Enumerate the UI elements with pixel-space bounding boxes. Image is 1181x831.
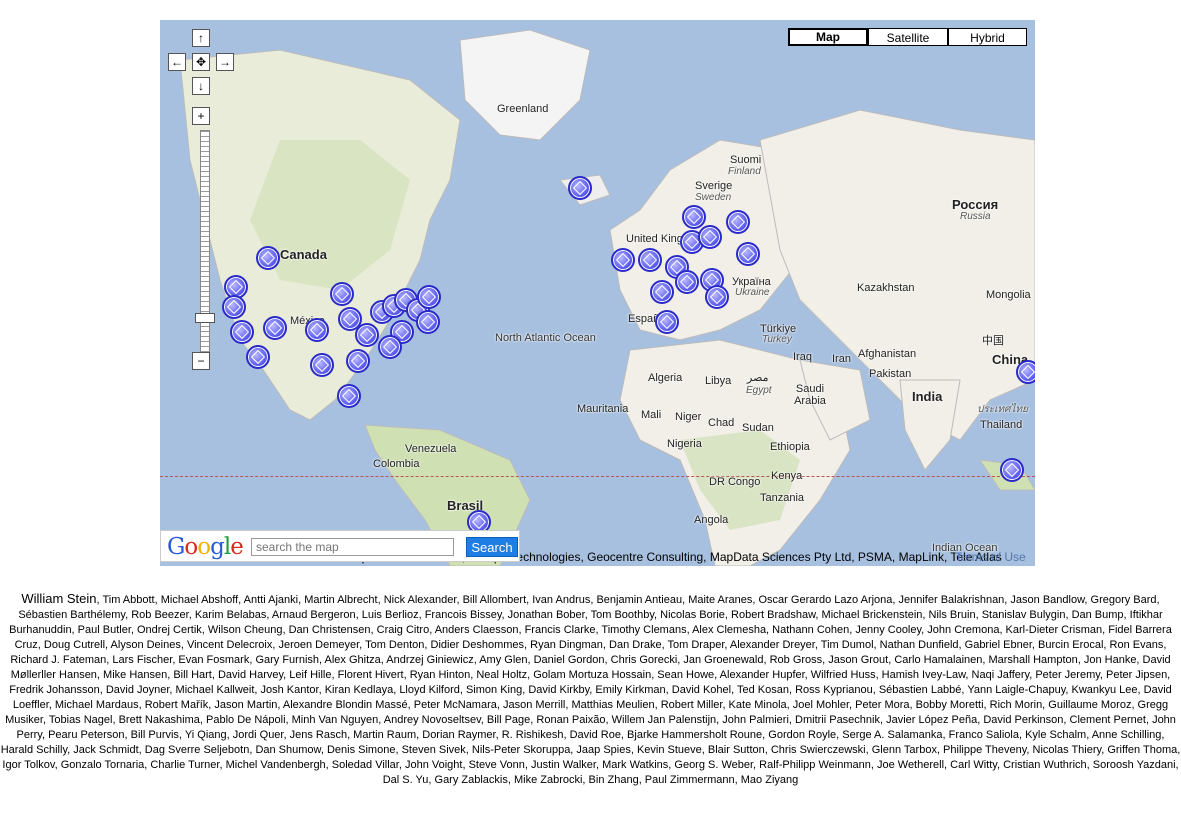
map-marker[interactable] [638, 248, 662, 272]
label-chad: Chad [708, 417, 735, 429]
label-sudan: Sudan [742, 422, 774, 434]
label-egypt: Egypt [746, 385, 772, 396]
pan-right-icon[interactable]: → [216, 53, 234, 71]
contributor-names: Tim Abbott, Michael Abshoff, Antti Ajank… [0, 594, 1181, 786]
map-marker[interactable] [611, 248, 635, 272]
label-nigeria: Nigeria [667, 438, 702, 450]
label-niger: Niger [675, 411, 702, 423]
map-marker[interactable] [705, 285, 729, 309]
label-pakistan: Pakistan [869, 368, 912, 380]
label-thailand: Thailand [980, 419, 1023, 431]
label-thailand-native: ประเทศไทย [977, 404, 1028, 415]
label-algeria: Algeria [648, 372, 683, 384]
map-marker[interactable] [378, 335, 402, 359]
label-saudi-arabia: Saudi Arabia [794, 383, 826, 407]
label-turkey: Turkey [762, 334, 792, 345]
pan-left-icon[interactable]: ← [168, 53, 186, 71]
label-china-native: 中国 [982, 335, 1004, 347]
map-marker[interactable] [256, 246, 280, 270]
label-colombia: Colombia [373, 458, 420, 470]
map-search-bar: Google Search [160, 530, 520, 562]
map-search-input[interactable] [251, 538, 454, 556]
map-marker[interactable] [698, 225, 722, 249]
map-type-satellite[interactable]: Satellite [868, 28, 948, 46]
label-north-atlantic: North Atlantic Ocean [495, 332, 596, 344]
map-marker[interactable] [310, 353, 334, 377]
label-ukraine: Ukraine [735, 287, 770, 298]
label-suomi: Suomi [730, 154, 762, 166]
pan-center-icon[interactable]: ✥ [192, 53, 210, 71]
label-tanzania: Tanzania [760, 492, 805, 504]
label-finland: Finland [728, 166, 761, 177]
map-marker[interactable] [417, 285, 441, 309]
map-type-map[interactable]: Map [788, 28, 868, 46]
label-dr-congo: DR Congo [709, 476, 761, 488]
map-marker[interactable] [568, 176, 592, 200]
map-marker[interactable] [246, 345, 270, 369]
label-iran: Iran [832, 353, 851, 365]
label-misr: مصر [747, 372, 769, 384]
map-marker[interactable] [337, 384, 361, 408]
lead-contributor: William Stein [21, 591, 97, 606]
map-marker[interactable] [263, 316, 287, 340]
label-sverige: Sverige [695, 180, 733, 192]
label-russia: Russia [960, 211, 991, 222]
map-marker[interactable] [650, 280, 674, 304]
map-marker[interactable] [416, 310, 440, 334]
label-ethiopia: Ethiopia [770, 441, 810, 453]
label-angola: Angola [694, 514, 729, 526]
label-mauritania: Mauritania [577, 403, 629, 415]
map-marker[interactable] [305, 318, 329, 342]
map-marker[interactable] [222, 295, 246, 319]
label-kenya: Kenya [771, 470, 803, 482]
label-rossiya: Россия [952, 197, 999, 212]
label-greenland: Greenland [497, 103, 549, 115]
pan-down-icon[interactable]: ↓ [192, 77, 210, 95]
contributors-list: William Stein, Tim Abbott, Michael Absho… [0, 591, 1181, 786]
search-button[interactable]: Search [466, 537, 518, 557]
zoom-out-button[interactable]: − [192, 352, 210, 370]
map-marker[interactable] [682, 205, 706, 229]
map-marker[interactable] [355, 323, 379, 347]
label-india: India [912, 389, 943, 404]
zoom-slider-thumb[interactable] [195, 313, 215, 323]
map-type-hybrid[interactable]: Hybrid [948, 28, 1027, 46]
map[interactable]: Greenland Canada México Venezuela Colomb… [160, 20, 1035, 566]
label-mali: Mali [641, 409, 662, 421]
map-marker[interactable] [736, 242, 760, 266]
map-marker[interactable] [655, 310, 679, 334]
map-marker[interactable] [726, 210, 750, 234]
label-sweden: Sweden [695, 192, 732, 203]
map-marker[interactable] [330, 282, 354, 306]
map-marker[interactable] [346, 349, 370, 373]
label-mongolia: Mongolia [986, 289, 1031, 301]
map-marker[interactable] [1016, 360, 1035, 384]
zoom-in-button[interactable]: + [192, 107, 210, 125]
map-marker[interactable] [675, 270, 699, 294]
map-marker[interactable] [230, 320, 254, 344]
terms-of-use-link[interactable]: Terms of Use [955, 550, 1026, 564]
label-iraq: Iraq [793, 351, 812, 363]
pan-up-icon[interactable]: ↑ [192, 29, 210, 47]
label-libya: Libya [705, 375, 732, 387]
label-afghanistan: Afghanistan [858, 348, 917, 360]
label-canada: Canada [280, 247, 327, 262]
google-logo: Google [167, 534, 244, 560]
equator-line [160, 476, 1035, 477]
label-kazakhstan: Kazakhstan [857, 282, 915, 294]
label-venezuela: Venezuela [405, 443, 457, 455]
map-marker[interactable] [1000, 458, 1024, 482]
